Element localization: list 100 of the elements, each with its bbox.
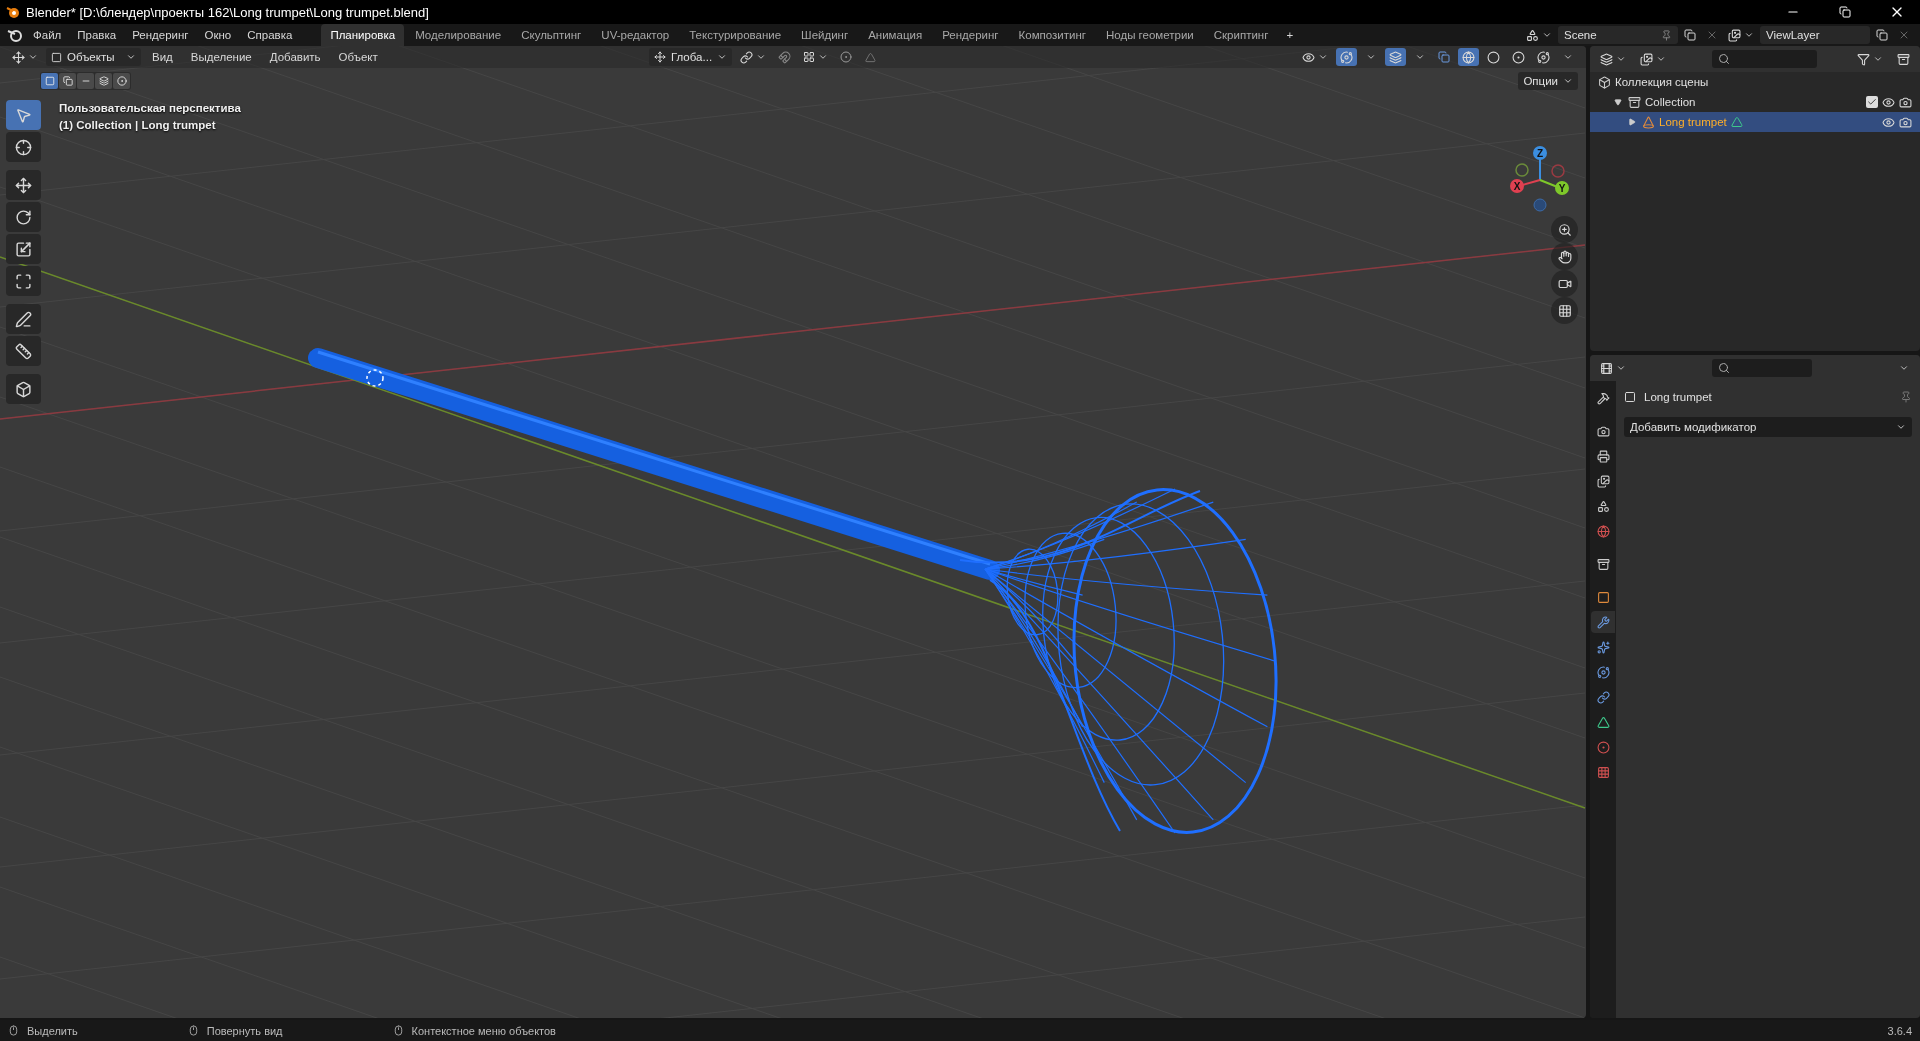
mode-dropdown[interactable]: Объекты xyxy=(46,48,141,66)
outliner-row[interactable]: Коллекция сцены xyxy=(1590,72,1920,92)
mouse-icon xyxy=(392,1025,404,1036)
pointer-icon xyxy=(15,106,32,124)
status-hint: Выделить xyxy=(27,1024,78,1037)
menu-item[interactable]: Добавить xyxy=(262,49,328,65)
add-workspace-button[interactable]: + xyxy=(1279,27,1301,43)
collapsed-arrow-icon[interactable] xyxy=(1626,116,1638,128)
caret-icon xyxy=(1744,30,1754,40)
mesh-data-icon xyxy=(1730,116,1743,128)
caret-icon xyxy=(1563,52,1573,62)
archive-icon xyxy=(1596,557,1610,571)
perspective-toggle-button[interactable] xyxy=(1551,297,1578,324)
selection-mode-button[interactable] xyxy=(95,73,112,89)
options-dropdown[interactable]: Опции xyxy=(1518,72,1578,90)
object-icon xyxy=(1624,391,1636,403)
link-icon xyxy=(1596,690,1610,704)
menu-item[interactable]: Вид xyxy=(145,49,180,65)
expanded-arrow-icon[interactable] xyxy=(1612,96,1624,108)
solid-sphere-icon xyxy=(1487,50,1500,64)
restore-icon xyxy=(1839,6,1851,18)
app-logo-icon[interactable] xyxy=(6,28,24,42)
material-sphere-icon xyxy=(1512,50,1525,64)
add-modifier-dropdown[interactable]: Добавить модификатор xyxy=(1624,417,1912,437)
navigation-gizmo[interactable]: Z X Y xyxy=(1505,142,1575,222)
caret-icon xyxy=(1542,30,1552,40)
caret-icon xyxy=(756,52,767,62)
copy-icon xyxy=(62,76,73,86)
window-title: Blender* [D:\блендер\проекты 162\Long trumpet\Long trumpet.blend] xyxy=(26,4,430,20)
ruler-icon xyxy=(15,342,32,360)
scale-icon xyxy=(15,240,32,258)
menu-item[interactable]: Рендеринг xyxy=(125,27,196,43)
eye-icon xyxy=(1882,115,1895,129)
workspace-tab[interactable]: UV-редактор xyxy=(592,24,679,46)
search-field[interactable] xyxy=(1712,50,1817,68)
outliner-item-label: Long trumpet xyxy=(1659,116,1727,128)
overlay-toggle-button[interactable] xyxy=(1385,48,1406,66)
eye-icon xyxy=(1882,95,1895,109)
gizmo-toggle-button[interactable] xyxy=(1336,48,1357,66)
close-icon xyxy=(1898,29,1910,41)
search-icon xyxy=(1718,53,1730,65)
selection-mode-button[interactable] xyxy=(41,73,58,89)
tool-button[interactable] xyxy=(6,132,41,162)
status-hint: Повернуть вид xyxy=(206,1024,283,1037)
outliner-row[interactable]: Long trumpet xyxy=(1590,112,1920,132)
caret-icon xyxy=(126,52,136,62)
menu-item[interactable]: Выделение xyxy=(183,49,259,65)
crosshair-icon xyxy=(15,138,32,156)
search-icon xyxy=(1718,362,1730,374)
dot-icon xyxy=(840,51,853,63)
scene-field[interactable]: Scene xyxy=(1558,26,1678,44)
pen-icon xyxy=(15,310,32,328)
archive-icon xyxy=(1628,95,1641,109)
workspace-tab[interactable]: Текстурирование xyxy=(680,24,791,46)
orientation-dropdown[interactable]: Глоба... xyxy=(648,48,733,66)
view-layer-field[interactable]: ViewLayer xyxy=(1760,26,1870,44)
zoom-button[interactable] xyxy=(1551,216,1578,243)
archive-icon xyxy=(1897,52,1910,66)
tool-button[interactable] xyxy=(6,266,41,296)
tool-button[interactable] xyxy=(6,304,41,334)
tool-button[interactable] xyxy=(6,336,41,366)
tool-button[interactable] xyxy=(6,202,41,232)
layers-icon xyxy=(98,76,109,86)
tool-button[interactable] xyxy=(6,374,41,404)
hand-icon xyxy=(1557,249,1572,264)
workspace-tab[interactable]: Планировка xyxy=(321,24,405,46)
app-logo-icon xyxy=(6,5,20,19)
workspace-tab[interactable]: Композитинг xyxy=(1009,24,1095,46)
camera-icon xyxy=(1899,115,1912,129)
viewport-info-text: Пользовательская перспектива xyxy=(59,101,241,116)
selection-mode-button[interactable] xyxy=(113,73,130,89)
selection-mode-button[interactable] xyxy=(59,73,76,89)
eye-icon xyxy=(1302,50,1315,64)
menu-item[interactable]: Окно xyxy=(197,27,239,43)
workspace-tab[interactable]: Моделирование xyxy=(406,24,511,46)
workspace-tab[interactable]: Скульптинг xyxy=(512,24,591,46)
search-field[interactable] xyxy=(1712,359,1812,377)
outliner-row[interactable]: Collection xyxy=(1590,92,1920,112)
pan-button[interactable] xyxy=(1551,243,1578,270)
menu-item[interactable]: Файл xyxy=(26,27,69,43)
camera-icon xyxy=(1899,95,1912,109)
camera-view-button[interactable] xyxy=(1551,270,1578,297)
menu-item[interactable]: Объект xyxy=(331,49,385,65)
menu-item[interactable]: Правка xyxy=(70,27,124,43)
shapes-icon xyxy=(1596,499,1610,513)
checkbox[interactable] xyxy=(1866,96,1878,108)
selection-mode-button[interactable] xyxy=(77,73,94,89)
tool-button[interactable] xyxy=(6,170,41,200)
tool-button[interactable] xyxy=(6,234,41,264)
box-icon xyxy=(1598,75,1611,89)
link-icon xyxy=(740,50,754,64)
caret-icon xyxy=(1616,54,1626,64)
workspace-tab[interactable]: Шейдинг xyxy=(792,24,858,46)
workspace-tab[interactable]: Анимация xyxy=(859,24,932,46)
workspace-tab[interactable]: Скриптинг xyxy=(1204,24,1278,46)
workspace-tab[interactable]: Рендеринг xyxy=(933,24,1008,46)
workspace-tab[interactable]: Ноды геометрии xyxy=(1097,24,1203,46)
menu-item[interactable]: Справка xyxy=(240,27,300,43)
grid-icon xyxy=(1557,303,1572,318)
shading-button[interactable] xyxy=(1458,48,1479,66)
